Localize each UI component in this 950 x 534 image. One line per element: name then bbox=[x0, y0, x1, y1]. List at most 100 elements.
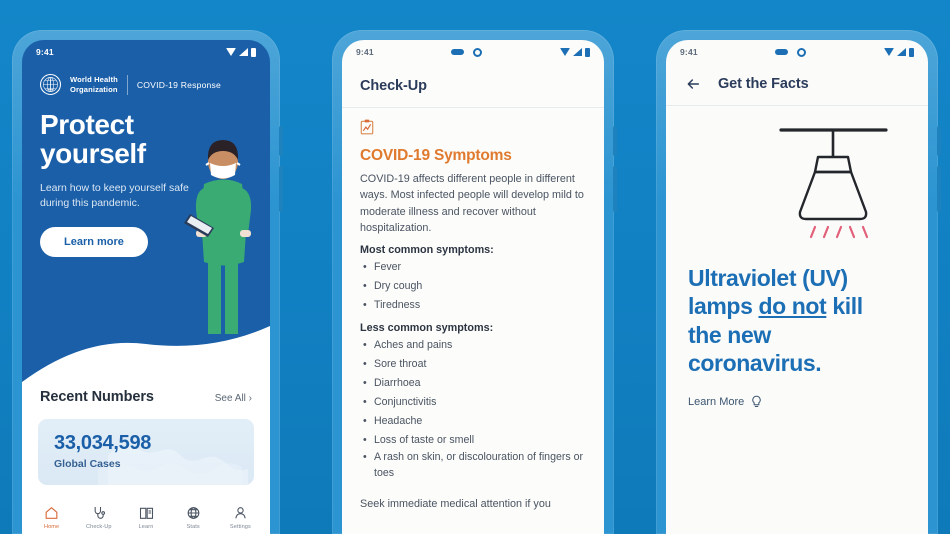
brand-divider bbox=[126, 74, 128, 95]
facts-app-bar: Get the Facts bbox=[666, 64, 928, 106]
list-item: Tiredness bbox=[360, 296, 586, 315]
fact-line-1: Ultraviolet (UV) bbox=[688, 265, 848, 291]
page-title: Protect yourself bbox=[40, 109, 252, 169]
fact-emphasis: do not bbox=[758, 293, 827, 320]
who-logo-text: World Health Organization bbox=[70, 75, 118, 94]
status-icons bbox=[226, 47, 256, 57]
list-item: Dry cough bbox=[360, 277, 586, 296]
phone-mockup-home: 9:41 World Health Organization COVID-19 … bbox=[12, 30, 283, 534]
list-item: A rash on skin, or discolouration of fin… bbox=[360, 450, 586, 483]
tab-check-up[interactable]: Check-Up bbox=[75, 505, 122, 530]
most-common-list: Fever Dry cough Tiredness bbox=[360, 258, 586, 315]
global-cases-value: 33,034,598 bbox=[54, 432, 152, 454]
tab-settings[interactable]: Settings bbox=[217, 505, 264, 530]
battery-icon bbox=[585, 47, 590, 57]
phone2-volume-button bbox=[613, 166, 617, 212]
who-logo-icon bbox=[40, 74, 61, 95]
phone1-side-button bbox=[279, 126, 283, 156]
uv-fact-text: Ultraviolet (UV) lamps do not kill the n… bbox=[688, 264, 906, 377]
battery-icon bbox=[251, 47, 256, 57]
fact-line-3: the new bbox=[688, 321, 771, 348]
stethoscope-icon bbox=[94, 507, 106, 519]
phone2-screen: 9:41 Check-Up COVID-19 Symptoms COVID-19… bbox=[342, 40, 604, 534]
hero-title-line2: yourself bbox=[40, 137, 146, 169]
status-time: 9:41 bbox=[36, 47, 54, 57]
checkup-title: Check-Up bbox=[360, 78, 427, 94]
recent-numbers-heading: Recent Numbers bbox=[40, 389, 154, 405]
fact-line-2-pre: lamps bbox=[688, 293, 759, 320]
battery-icon bbox=[909, 47, 914, 57]
brand-subtitle: COVID-19 Response bbox=[136, 79, 222, 90]
ring-icon bbox=[797, 47, 807, 57]
who-brand-row: World Health Organization COVID-19 Respo… bbox=[22, 64, 270, 95]
cellular-signal-icon bbox=[573, 48, 582, 56]
see-all-link[interactable]: See All › bbox=[215, 393, 252, 404]
facts-content: Ultraviolet (UV) lamps do not kill the n… bbox=[666, 106, 928, 534]
seek-attention-text: Seek immediate medical attention if you bbox=[360, 497, 551, 510]
fact-line-2: lamps do not kill bbox=[688, 292, 906, 320]
symptoms-intro: COVID-19 affects different people in dif… bbox=[360, 173, 584, 235]
global-cases-label: Global Cases bbox=[54, 458, 121, 470]
status-icons bbox=[560, 47, 590, 57]
lightbulb-icon bbox=[752, 395, 761, 408]
global-cases-card[interactable]: 33,034,598 Global Cases bbox=[38, 419, 254, 485]
globe-icon bbox=[187, 507, 200, 519]
clipboard-chart-icon bbox=[360, 119, 374, 135]
learn-more-link[interactable]: Learn More bbox=[688, 395, 906, 409]
list-item: Loss of taste or smell bbox=[360, 431, 586, 450]
wifi-icon bbox=[884, 48, 894, 56]
hero-subtitle: Learn how to keep yourself safe during t… bbox=[40, 181, 189, 209]
phone1-volume-button bbox=[279, 166, 283, 212]
uv-lamp-illustration bbox=[688, 124, 906, 242]
list-item: Headache bbox=[360, 412, 586, 431]
list-item: Sore throat bbox=[360, 355, 586, 374]
status-center-icons bbox=[775, 47, 807, 57]
tab-home-label: Home bbox=[43, 524, 60, 530]
tab-learn-label: Learn bbox=[138, 524, 154, 530]
uv-lamp-graphic bbox=[779, 128, 888, 239]
learn-more-label: Learn More bbox=[688, 396, 745, 409]
learn-more-button[interactable]: Learn more bbox=[40, 227, 148, 258]
symptoms-heading: COVID-19 Symptoms bbox=[360, 147, 512, 164]
wifi-icon bbox=[226, 48, 236, 56]
tab-home[interactable]: Home bbox=[28, 505, 75, 530]
recent-numbers-header: Recent Numbers See All › bbox=[22, 389, 270, 405]
cellular-signal-icon bbox=[897, 48, 906, 56]
list-item: Diarrhoea bbox=[360, 374, 586, 393]
phone-mockup-facts: 9:41 Get the Facts Ultraviolet (UV) lamp… bbox=[656, 30, 941, 534]
phone3-volume-button bbox=[937, 166, 941, 212]
less-common-list: Aches and pains Sore throat Diarrhoea Co… bbox=[360, 336, 586, 484]
checkup-app-bar: Check-Up bbox=[342, 64, 604, 108]
back-arrow-icon[interactable] bbox=[684, 76, 702, 92]
facts-title: Get the Facts bbox=[718, 76, 809, 92]
phone2-status-bar: 9:41 bbox=[342, 40, 604, 64]
phone3-screen: 9:41 Get the Facts Ultraviolet (UV) lamp… bbox=[666, 40, 928, 534]
tab-stats[interactable]: Stats bbox=[170, 505, 217, 530]
fact-line-4: coronavirus. bbox=[688, 349, 822, 376]
wifi-icon bbox=[560, 48, 570, 56]
status-time: 9:41 bbox=[680, 47, 698, 57]
phone1-status-bar: 9:41 bbox=[22, 40, 270, 64]
most-common-heading: Most common symptoms: bbox=[360, 243, 494, 256]
book-icon bbox=[139, 507, 153, 519]
list-item: Aches and pains bbox=[360, 336, 586, 355]
status-icons bbox=[884, 47, 914, 57]
person-icon bbox=[235, 507, 246, 519]
who-name-line1: World Health bbox=[70, 75, 118, 85]
phone3-status-bar: 9:41 bbox=[666, 40, 928, 64]
tab-learn[interactable]: Learn bbox=[122, 505, 169, 530]
tab-stats-label: Stats bbox=[186, 524, 200, 530]
list-item: Conjunctivitis bbox=[360, 393, 586, 412]
tab-settings-label: Settings bbox=[229, 524, 251, 530]
status-time: 9:41 bbox=[356, 47, 374, 57]
list-item: Fever bbox=[360, 258, 586, 277]
hero-section: Protect yourself Learn how to keep yours… bbox=[22, 95, 270, 258]
phone-mockup-checkup: 9:41 Check-Up COVID-19 Symptoms COVID-19… bbox=[332, 30, 617, 534]
fact-line-2-post: kill bbox=[826, 293, 863, 320]
tab-check-up-label: Check-Up bbox=[85, 524, 112, 530]
ring-icon bbox=[473, 47, 483, 57]
who-name-line2: Organization bbox=[70, 84, 118, 94]
phone2-side-button bbox=[613, 126, 617, 156]
hero-title-line1: Protect bbox=[40, 109, 134, 140]
capsule-icon bbox=[775, 49, 789, 55]
